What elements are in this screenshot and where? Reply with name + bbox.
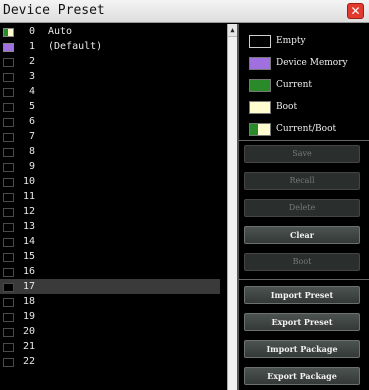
preset-state-swatch: [3, 148, 14, 157]
preset-row[interactable]: 20: [0, 324, 220, 339]
close-icon[interactable]: ✕: [347, 3, 364, 19]
preset-number: 17: [22, 281, 35, 292]
preset-number: 13: [22, 221, 35, 232]
preset-state-swatch: [3, 133, 14, 142]
window-title: Device Preset: [3, 3, 105, 18]
preset-row[interactable]: 19: [0, 309, 220, 324]
preset-number: 0: [28, 26, 35, 37]
preset-state-swatch: [3, 283, 14, 292]
preset-row[interactable]: 17: [0, 279, 220, 294]
preset-row[interactable]: 12: [0, 204, 220, 219]
preset-row[interactable]: 15: [0, 249, 220, 264]
preset-number: 5: [28, 101, 35, 112]
preset-number: 7: [28, 131, 35, 142]
preset-state-swatch: [3, 178, 14, 187]
delete-button[interactable]: Delete: [244, 199, 360, 217]
preset-state-swatch: [3, 298, 14, 307]
boot-button[interactable]: Boot: [244, 253, 360, 271]
legend-swatch: [249, 35, 271, 48]
preset-state-swatch: [3, 313, 14, 322]
preset-state-swatch: [3, 163, 14, 172]
legend-swatch: [249, 123, 271, 136]
legend-swatch: [249, 101, 271, 114]
preset-number: 22: [22, 356, 35, 367]
preset-state-swatch: [3, 268, 14, 277]
preset-number: 1: [28, 41, 35, 52]
preset-list[interactable]: 0 Auto 1 (Default) 2 3 4 5 6 7 8 9 10 11 12 13 14 15 16 17 1…: [0, 24, 220, 390]
preset-state-swatch: [3, 43, 14, 52]
preset-state-swatch: [3, 28, 14, 37]
preset-state-swatch: [3, 103, 14, 112]
preset-row[interactable]: 16: [0, 264, 220, 279]
preset-number: 16: [22, 266, 35, 277]
preset-row[interactable]: 2: [0, 54, 220, 69]
preset-row[interactable]: 9: [0, 159, 220, 174]
preset-state-swatch: [3, 358, 14, 367]
legend-label: Current/Boot: [276, 124, 337, 134]
preset-state-swatch: [3, 238, 14, 247]
legend: Empty Device Memory Current Boot Current/Boo…: [239, 24, 369, 140]
preset-number: 6: [28, 116, 35, 127]
preset-state-swatch: [3, 118, 14, 127]
preset-row[interactable]: 21: [0, 339, 220, 354]
preset-number: 3: [28, 71, 35, 82]
preset-row[interactable]: 13: [0, 219, 220, 234]
preset-state-swatch: [3, 223, 14, 232]
preset-name: Auto: [48, 26, 73, 37]
preset-number: 20: [22, 326, 35, 337]
export-preset-button[interactable]: Export Preset: [244, 313, 360, 331]
preset-number: 8: [28, 146, 35, 157]
clear-button[interactable]: Clear: [244, 226, 360, 244]
preset-state-swatch: [3, 88, 14, 97]
legend-label: Empty: [276, 36, 306, 46]
legend-swatch: [249, 79, 271, 92]
preset-number: 15: [22, 251, 35, 262]
preset-state-swatch: [3, 58, 14, 67]
preset-row[interactable]: 14: [0, 234, 220, 249]
preset-state-swatch: [3, 253, 14, 262]
preset-name: (Default): [48, 41, 103, 52]
button-separator: [239, 279, 369, 280]
import-package-button[interactable]: Import Package: [244, 340, 360, 358]
preset-number: 12: [22, 206, 35, 217]
preset-number: 2: [28, 56, 35, 67]
preset-row[interactable]: 1 (Default): [0, 39, 220, 54]
preset-row[interactable]: 5: [0, 99, 220, 114]
scrollbar[interactable]: ▲: [227, 24, 237, 390]
export-package-button[interactable]: Export Package: [244, 367, 360, 385]
preset-row[interactable]: 3: [0, 69, 220, 84]
legend-separator: [239, 140, 369, 141]
preset-row[interactable]: 11: [0, 189, 220, 204]
legend-swatch: [249, 57, 271, 70]
preset-row[interactable]: 7: [0, 129, 220, 144]
legend-label: Device Memory: [276, 58, 348, 68]
preset-number: 18: [22, 296, 35, 307]
preset-number: 14: [22, 236, 35, 247]
preset-state-swatch: [3, 73, 14, 82]
preset-number: 11: [22, 191, 35, 202]
title-bar: Device Preset ✕: [0, 0, 369, 23]
save-button[interactable]: Save: [244, 145, 360, 163]
legend-label: Current: [276, 80, 313, 90]
preset-number: 9: [28, 161, 35, 172]
preset-number: 10: [22, 176, 35, 187]
preset-number: 19: [22, 311, 35, 322]
scroll-up-arrow-icon[interactable]: ▲: [228, 24, 237, 37]
preset-row[interactable]: 6: [0, 114, 220, 129]
preset-row[interactable]: 10: [0, 174, 220, 189]
preset-row[interactable]: 0 Auto: [0, 24, 220, 39]
preset-number: 21: [22, 341, 35, 352]
preset-row[interactable]: 18: [0, 294, 220, 309]
preset-row[interactable]: 8: [0, 144, 220, 159]
legend-label: Boot: [276, 102, 298, 112]
preset-state-swatch: [3, 343, 14, 352]
preset-state-swatch: [3, 193, 14, 202]
preset-row[interactable]: 4: [0, 84, 220, 99]
preset-state-swatch: [3, 328, 14, 337]
import-preset-button[interactable]: Import Preset: [244, 286, 360, 304]
preset-state-swatch: [3, 208, 14, 217]
recall-button[interactable]: Recall: [244, 172, 360, 190]
preset-row[interactable]: 22: [0, 354, 220, 369]
preset-number: 4: [28, 86, 35, 97]
